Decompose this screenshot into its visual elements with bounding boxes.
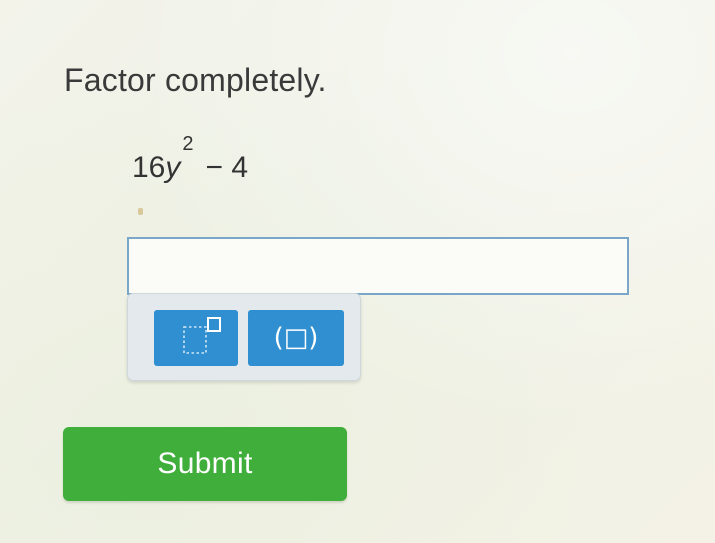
- math-expression: 16y2 − 4: [132, 134, 249, 184]
- exponent-template-icon: [183, 317, 221, 354]
- exponent-key-button[interactable]: [154, 310, 238, 366]
- parentheses-key-button[interactable]: (□): [248, 310, 344, 366]
- math-keypad: (□): [127, 293, 361, 381]
- expression-variable: y: [165, 151, 181, 184]
- expression-exponent: 2: [182, 133, 194, 155]
- submit-button[interactable]: Submit: [63, 427, 347, 501]
- expression-rest: − 4: [205, 151, 249, 184]
- cursor-mark: [138, 208, 143, 215]
- expression-coefficient: 16: [132, 151, 166, 184]
- answer-input[interactable]: [127, 237, 629, 295]
- question-prompt: Factor completely.: [64, 62, 327, 98]
